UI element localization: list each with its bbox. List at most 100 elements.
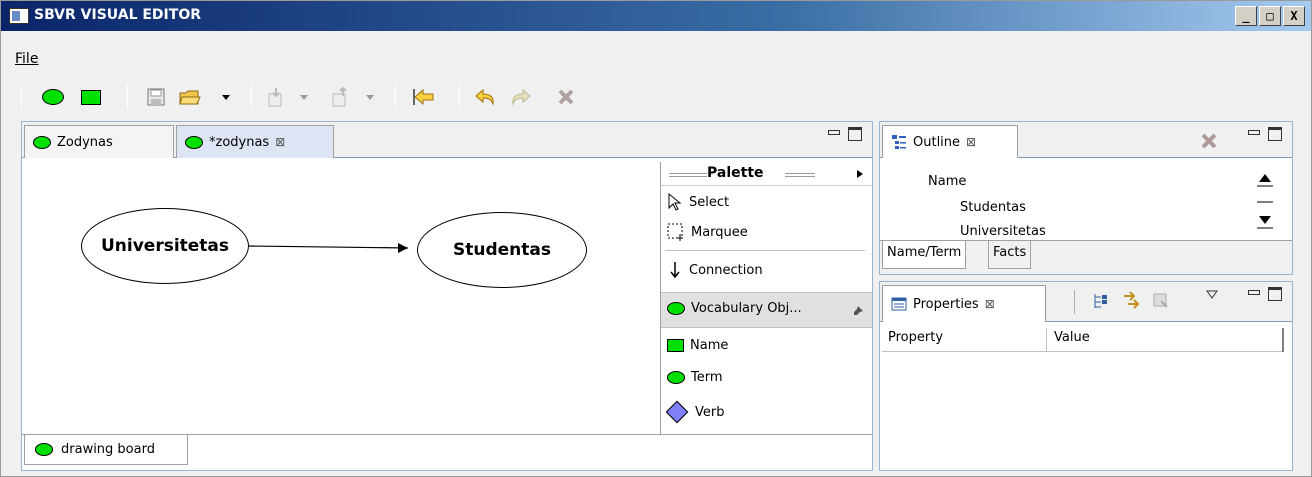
column-divider[interactable] bbox=[1046, 328, 1047, 352]
delete-button[interactable] bbox=[553, 85, 579, 109]
add-term-button[interactable] bbox=[39, 85, 67, 109]
minimize-button[interactable]: _ bbox=[1235, 6, 1257, 26]
palette-header[interactable]: Palette bbox=[661, 162, 872, 186]
show-advanced-icon[interactable] bbox=[1122, 290, 1142, 310]
show-categories-icon[interactable] bbox=[1092, 292, 1110, 310]
editor-bottom-tabs: drawing board bbox=[22, 434, 872, 470]
green-rect-icon bbox=[81, 89, 101, 105]
tab-properties[interactable]: Properties ⊠ bbox=[882, 285, 1046, 322]
outline-icon bbox=[892, 135, 906, 149]
restore-button[interactable]: □ bbox=[1259, 6, 1281, 26]
export-dropdown[interactable] bbox=[363, 85, 377, 109]
back-arrow-icon bbox=[413, 88, 434, 106]
column-header-value[interactable]: Value bbox=[1054, 330, 1090, 345]
scrollbar[interactable] bbox=[1254, 168, 1276, 234]
editor-tabs: Zodynas *zodynas ⊠ bbox=[22, 122, 872, 158]
palette-tool-connection[interactable]: Connection bbox=[667, 260, 763, 280]
node-universitetas[interactable]: Universitetas bbox=[81, 208, 249, 284]
properties-view-controls bbox=[1246, 287, 1282, 301]
save-button[interactable] bbox=[143, 85, 169, 109]
toolbar-separator bbox=[127, 85, 128, 109]
close-button[interactable]: X bbox=[1283, 6, 1305, 26]
tab-name-term[interactable]: Name/Term bbox=[882, 241, 967, 269]
redo-button[interactable] bbox=[507, 85, 535, 109]
back-button[interactable] bbox=[409, 85, 439, 109]
pin-icon[interactable] bbox=[852, 305, 864, 317]
palette-tool-marquee[interactable]: Marquee bbox=[667, 222, 748, 242]
minimize-view-icon[interactable] bbox=[1246, 287, 1260, 301]
title-bar[interactable]: SBVR VISUAL EDITOR _ □ X bbox=[1, 1, 1311, 31]
palette-title: Palette bbox=[707, 165, 764, 181]
editor-panel: Zodynas *zodynas ⊠ Universitetas Student… bbox=[21, 121, 873, 471]
chevron-down-icon bbox=[300, 95, 308, 100]
editor-view-controls bbox=[826, 127, 862, 141]
palette-tool-select[interactable]: Select bbox=[667, 192, 729, 212]
palette-item-label: Name bbox=[690, 338, 729, 353]
palette-grip bbox=[785, 173, 815, 177]
palette-item-verb[interactable]: Verb bbox=[665, 400, 725, 424]
chevron-down-icon bbox=[222, 95, 230, 100]
scrollbar-arrows bbox=[1257, 174, 1273, 229]
tab-drawing-board[interactable]: drawing board bbox=[24, 435, 188, 465]
toolbar bbox=[1, 79, 1311, 115]
import-dropdown[interactable] bbox=[297, 85, 311, 109]
connection-line bbox=[247, 245, 409, 249]
tab-zodynas[interactable]: Zodynas bbox=[24, 125, 174, 158]
palette-tool-label: Connection bbox=[689, 262, 763, 278]
column-header-property[interactable]: Property bbox=[888, 330, 1048, 345]
minimize-view-icon[interactable] bbox=[1246, 127, 1260, 141]
green-rect-icon bbox=[667, 339, 684, 352]
export-button[interactable] bbox=[327, 85, 353, 109]
import-button[interactable] bbox=[263, 85, 289, 109]
delete-x-icon[interactable] bbox=[1200, 132, 1218, 150]
save-icon bbox=[147, 88, 165, 106]
toolbar-separator bbox=[1074, 290, 1075, 314]
palette-item-name[interactable]: Name bbox=[667, 338, 728, 353]
close-tab-icon[interactable]: ⊠ bbox=[966, 135, 976, 149]
outline-bottom-tabs: Name/Term Facts bbox=[880, 240, 1292, 274]
add-name-button[interactable] bbox=[77, 85, 105, 109]
palette-item-term[interactable]: Term bbox=[667, 370, 723, 385]
window-controls: _ □ X bbox=[1235, 6, 1305, 26]
chevron-down-icon bbox=[366, 95, 374, 100]
node-studentas[interactable]: Studentas bbox=[417, 212, 587, 288]
tree-item[interactable]: Studentas bbox=[960, 200, 1026, 215]
tab-outline[interactable]: Outline ⊠ bbox=[882, 125, 1018, 158]
open-dropdown[interactable] bbox=[219, 85, 233, 109]
close-tab-icon[interactable]: ⊠ bbox=[275, 135, 285, 149]
green-oval-icon bbox=[35, 443, 53, 456]
maximize-view-icon[interactable] bbox=[1268, 127, 1282, 141]
maximize-view-icon[interactable] bbox=[848, 127, 862, 141]
arrow-cursor-icon bbox=[668, 192, 682, 211]
close-tab-icon[interactable]: ⊠ bbox=[985, 297, 995, 311]
properties-panel: Properties ⊠ Property Value bbox=[879, 281, 1293, 471]
redo-icon bbox=[512, 88, 531, 106]
undo-icon bbox=[475, 88, 494, 106]
window-title: SBVR VISUAL EDITOR bbox=[34, 7, 201, 23]
app-window: SBVR VISUAL EDITOR _ □ X File Zodynas *z… bbox=[0, 0, 1312, 477]
column-divider[interactable] bbox=[1282, 328, 1284, 352]
maximize-view-icon[interactable] bbox=[1268, 287, 1282, 301]
chevron-right-icon[interactable] bbox=[856, 169, 864, 179]
menu-bar: File bbox=[1, 31, 1311, 75]
green-oval-icon bbox=[667, 371, 685, 384]
minimize-view-icon[interactable] bbox=[826, 127, 840, 141]
diagram-canvas[interactable]: Universitetas Studentas bbox=[24, 162, 660, 434]
restore-default-icon[interactable] bbox=[1152, 292, 1170, 310]
tab-label: *zodynas bbox=[209, 134, 270, 150]
palette-tool-label: Marquee bbox=[691, 224, 748, 240]
undo-button[interactable] bbox=[471, 85, 499, 109]
tree-item[interactable]: Universitetas bbox=[960, 224, 1046, 238]
palette-drawer-vocabulary[interactable]: Vocabulary Obj... bbox=[661, 292, 872, 328]
tab-zodynas-modified[interactable]: *zodynas ⊠ bbox=[176, 125, 334, 158]
connection-layer bbox=[247, 243, 409, 253]
view-menu-icon[interactable] bbox=[1206, 290, 1218, 300]
menu-file[interactable]: File bbox=[15, 51, 38, 67]
palette-item-label: Verb bbox=[695, 404, 725, 420]
properties-icon bbox=[891, 297, 907, 311]
tab-facts[interactable]: Facts bbox=[988, 241, 1032, 269]
palette-grip bbox=[669, 173, 707, 177]
tree-item[interactable]: Name bbox=[928, 174, 966, 189]
open-button[interactable] bbox=[177, 85, 203, 109]
properties-tabs: Properties ⊠ bbox=[880, 282, 1292, 322]
